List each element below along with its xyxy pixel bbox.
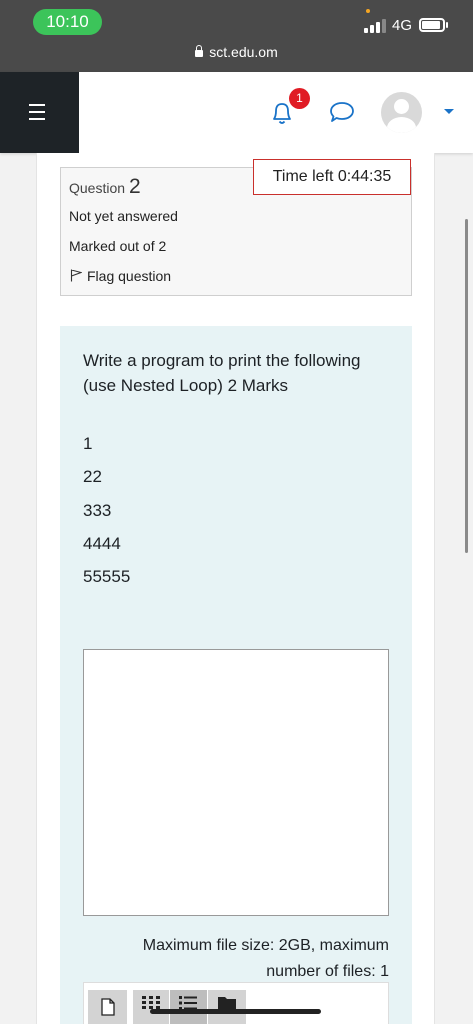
pattern-line-3: 333: [83, 501, 112, 520]
network-type: 4G: [392, 17, 413, 34]
flag-question-link[interactable]: Flag question: [87, 268, 171, 284]
view-icons-button[interactable]: [133, 990, 169, 1024]
battery-tip-icon: [446, 22, 448, 28]
messages-chat-icon[interactable]: [328, 100, 356, 124]
hamburger-icon: [29, 104, 45, 106]
page-scrollbar[interactable]: [465, 219, 468, 553]
flag-icon[interactable]: [70, 269, 82, 282]
url-text: sct.edu.om: [209, 44, 278, 60]
pattern-line-2: 22: [83, 467, 102, 486]
pattern-line-4: 4444: [83, 534, 121, 553]
add-file-button[interactable]: [88, 990, 127, 1024]
view-list-button[interactable]: [170, 990, 207, 1024]
home-indicator[interactable]: [150, 1009, 321, 1014]
list-view-icon: [179, 996, 197, 1010]
notification-badge[interactable]: 1: [289, 88, 310, 109]
folder-icon: [218, 997, 236, 1010]
user-avatar[interactable]: [381, 92, 422, 133]
user-menu-chevron-down-icon[interactable]: [444, 109, 454, 114]
question-text: Write a program to print the following (…: [83, 351, 361, 395]
answer-text-area[interactable]: [83, 649, 389, 916]
quiz-timer: Time left 0:44:35: [253, 159, 411, 195]
pattern-line-1: 1: [83, 434, 93, 453]
status-time: 10:10: [33, 9, 102, 35]
question-state: Not yet answered: [69, 208, 178, 224]
question-number: Question 2: [69, 175, 141, 198]
menu-button[interactable]: [0, 72, 79, 153]
question-marks: Marked out of 2: [69, 238, 167, 254]
browser-status-bar: 10:10 4G sct.edu.om: [0, 0, 473, 72]
lock-icon: [195, 45, 204, 57]
pattern-line-5: 55555: [83, 567, 131, 586]
view-tree-button[interactable]: [208, 990, 246, 1024]
grid-view-icon: [142, 996, 160, 1009]
privacy-indicator-icon: [366, 9, 370, 13]
upload-limits-note: Maximum file size: 2GB, maximum number o…: [142, 937, 389, 980]
signal-strength-icon: [364, 17, 386, 33]
battery-icon: [419, 18, 445, 32]
address-bar[interactable]: sct.edu.om: [0, 44, 473, 60]
file-icon: [101, 998, 115, 1016]
